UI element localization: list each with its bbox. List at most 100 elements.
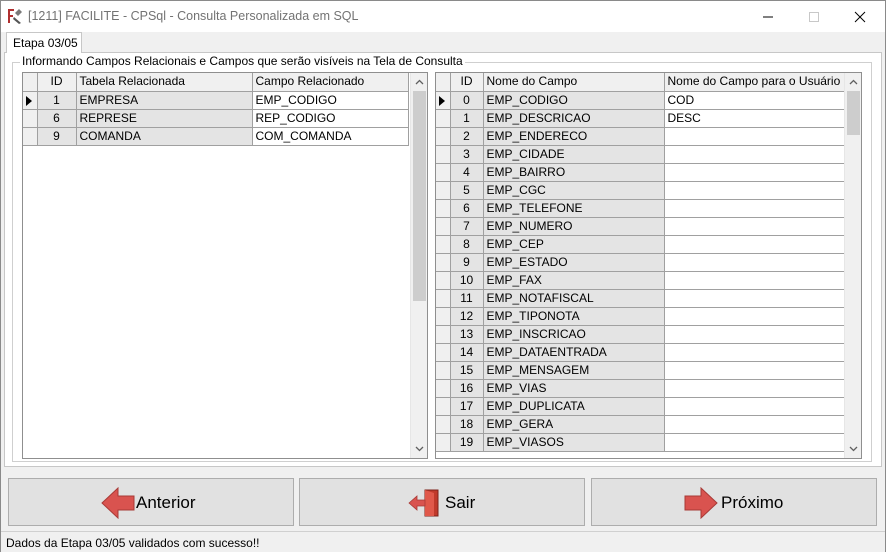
- cell-field-name[interactable]: EMP_CEP: [483, 235, 665, 254]
- column-header-user-field-name[interactable]: Nome do Campo para o Usuário: [664, 73, 845, 92]
- table-row[interactable]: 6 REPRESE REP_CODIGO: [23, 109, 409, 128]
- table-row[interactable]: 18 EMP_GERA: [436, 415, 845, 434]
- cell-field-name[interactable]: EMP_TELEFONE: [483, 199, 665, 218]
- table-row[interactable]: 19 EMP_VIASOS: [436, 433, 845, 452]
- table-row[interactable]: 4 EMP_BAIRRO: [436, 163, 845, 182]
- table-row[interactable]: 10 EMP_FAX: [436, 271, 845, 290]
- column-header-table[interactable]: Tabela Relacionada: [76, 73, 253, 92]
- cell-field-name[interactable]: EMP_CIDADE: [483, 145, 665, 164]
- related-tables-grid[interactable]: ID Tabela Relacionada Campo Relacionado …: [22, 72, 428, 459]
- cell-id[interactable]: 2: [450, 127, 484, 146]
- cell-id[interactable]: 0: [450, 91, 484, 110]
- tab-etapa-03[interactable]: Etapa 03/05: [6, 32, 82, 53]
- table-row[interactable]: 0 EMP_CODIGO COD: [436, 91, 845, 110]
- cell-id[interactable]: 9: [37, 127, 77, 146]
- visible-fields-grid[interactable]: ID Nome do Campo Nome do Campo para o Us…: [435, 72, 862, 459]
- table-row[interactable]: 17 EMP_DUPLICATA: [436, 397, 845, 416]
- scrollbar-thumb[interactable]: [847, 91, 860, 135]
- table-row[interactable]: 3 EMP_CIDADE: [436, 145, 845, 164]
- cell-user-field-name[interactable]: [664, 181, 845, 200]
- cell-field-name[interactable]: EMP_MENSAGEM: [483, 361, 665, 380]
- table-row[interactable]: 9 COMANDA COM_COMANDA: [23, 127, 409, 146]
- maximize-button[interactable]: [791, 1, 837, 32]
- table-row[interactable]: 5 EMP_CGC: [436, 181, 845, 200]
- left-grid-scrollbar[interactable]: [410, 73, 427, 458]
- cell-id[interactable]: 19: [450, 433, 484, 452]
- table-row[interactable]: 13 EMP_INSCRICAO: [436, 325, 845, 344]
- table-row[interactable]: 8 EMP_CEP: [436, 235, 845, 254]
- cell-user-field-name[interactable]: [664, 199, 845, 218]
- cell-field-name[interactable]: EMP_ESTADO: [483, 253, 665, 272]
- column-header-field[interactable]: Campo Relacionado: [252, 73, 409, 92]
- cell-table[interactable]: REPRESE: [76, 109, 253, 128]
- cell-user-field-name[interactable]: [664, 289, 845, 308]
- cell-user-field-name[interactable]: COD: [664, 91, 845, 110]
- cell-user-field-name[interactable]: [664, 127, 845, 146]
- cell-id[interactable]: 3: [450, 145, 484, 164]
- cell-id[interactable]: 18: [450, 415, 484, 434]
- cell-id[interactable]: 6: [37, 109, 77, 128]
- cell-field-name[interactable]: EMP_VIASOS: [483, 433, 665, 452]
- cell-id[interactable]: 8: [450, 235, 484, 254]
- cell-user-field-name[interactable]: [664, 415, 845, 434]
- column-header-id[interactable]: ID: [37, 73, 77, 92]
- cell-user-field-name[interactable]: [664, 217, 845, 236]
- cell-user-field-name[interactable]: [664, 343, 845, 362]
- column-header-id[interactable]: ID: [450, 73, 484, 92]
- cell-field-name[interactable]: EMP_CODIGO: [483, 91, 665, 110]
- cell-field-name[interactable]: EMP_BAIRRO: [483, 163, 665, 182]
- cell-field-name[interactable]: EMP_DUPLICATA: [483, 397, 665, 416]
- table-row[interactable]: 12 EMP_TIPONOTA: [436, 307, 845, 326]
- cell-field-name[interactable]: EMP_NOTAFISCAL: [483, 289, 665, 308]
- table-row[interactable]: 1 EMPRESA EMP_CODIGO: [23, 91, 409, 110]
- cell-user-field-name[interactable]: [664, 361, 845, 380]
- cell-id[interactable]: 11: [450, 289, 484, 308]
- cell-id[interactable]: 6: [450, 199, 484, 218]
- scroll-up-icon[interactable]: [849, 78, 858, 87]
- cell-user-field-name[interactable]: [664, 163, 845, 182]
- cell-user-field-name[interactable]: DESC: [664, 109, 845, 128]
- minimize-button[interactable]: [745, 1, 791, 32]
- cell-user-field-name[interactable]: [664, 397, 845, 416]
- cell-field-name[interactable]: EMP_INSCRICAO: [483, 325, 665, 344]
- cell-id[interactable]: 17: [450, 397, 484, 416]
- cell-user-field-name[interactable]: [664, 325, 845, 344]
- cell-field[interactable]: REP_CODIGO: [252, 109, 409, 128]
- cell-id[interactable]: 13: [450, 325, 484, 344]
- cell-id[interactable]: 14: [450, 343, 484, 362]
- cell-user-field-name[interactable]: [664, 235, 845, 254]
- cell-field-name[interactable]: EMP_GERA: [483, 415, 665, 434]
- cell-field-name[interactable]: EMP_ENDERECO: [483, 127, 665, 146]
- cell-field-name[interactable]: EMP_DESCRICAO: [483, 109, 665, 128]
- cell-user-field-name[interactable]: [664, 307, 845, 326]
- cell-user-field-name[interactable]: [664, 145, 845, 164]
- cell-user-field-name[interactable]: [664, 271, 845, 290]
- scroll-down-icon[interactable]: [849, 444, 858, 453]
- table-row[interactable]: 6 EMP_TELEFONE: [436, 199, 845, 218]
- table-row[interactable]: 15 EMP_MENSAGEM: [436, 361, 845, 380]
- cell-id[interactable]: 15: [450, 361, 484, 380]
- cell-field-name[interactable]: EMP_VIAS: [483, 379, 665, 398]
- cell-id[interactable]: 16: [450, 379, 484, 398]
- cell-table[interactable]: EMPRESA: [76, 91, 253, 110]
- cell-user-field-name[interactable]: [664, 433, 845, 452]
- table-row[interactable]: 14 EMP_DATAENTRADA: [436, 343, 845, 362]
- scroll-up-icon[interactable]: [415, 78, 424, 87]
- cell-field-name[interactable]: EMP_CGC: [483, 181, 665, 200]
- exit-button[interactable]: Sair: [299, 478, 585, 526]
- cell-field[interactable]: COM_COMANDA: [252, 127, 409, 146]
- cell-user-field-name[interactable]: [664, 379, 845, 398]
- table-row[interactable]: 11 EMP_NOTAFISCAL: [436, 289, 845, 308]
- right-grid-scrollbar[interactable]: [844, 73, 861, 458]
- cell-id[interactable]: 5: [450, 181, 484, 200]
- cell-id[interactable]: 10: [450, 271, 484, 290]
- cell-field-name[interactable]: EMP_FAX: [483, 271, 665, 290]
- cell-id[interactable]: 12: [450, 307, 484, 326]
- scrollbar-thumb[interactable]: [413, 91, 426, 301]
- cell-id[interactable]: 9: [450, 253, 484, 272]
- table-row[interactable]: 9 EMP_ESTADO: [436, 253, 845, 272]
- scroll-down-icon[interactable]: [415, 444, 424, 453]
- cell-user-field-name[interactable]: [664, 253, 845, 272]
- close-button[interactable]: [837, 1, 883, 32]
- cell-field-name[interactable]: EMP_DATAENTRADA: [483, 343, 665, 362]
